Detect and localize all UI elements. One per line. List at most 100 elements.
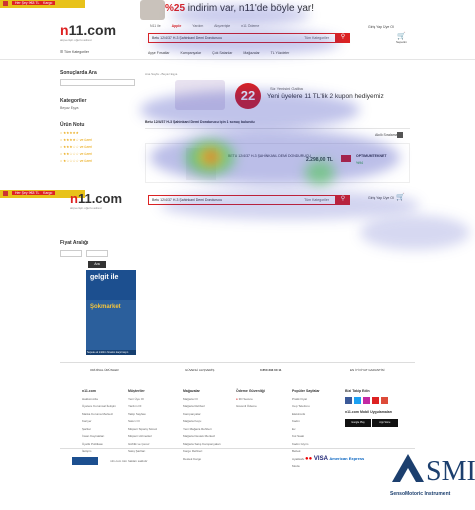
footer-col-payment: Ödeme Güvenliği ● 3D Secure Güvenli Ödem…	[236, 388, 265, 411]
feature-phone: 0 850 333 00 11	[260, 368, 282, 372]
footer-link[interactable]: Üyelik Politikası	[82, 441, 116, 449]
rating-option[interactable]: ○ ★★★★★	[60, 130, 135, 137]
footer-link[interactable]: Ev	[292, 426, 320, 434]
footer-link[interactable]: İnsan Kaynakları	[82, 433, 116, 441]
promo-tag-2: Kargo	[40, 1, 56, 5]
rating-option[interactable]: ○ ★★★☆☆ ve üzeri	[60, 144, 135, 151]
smi-logo-icon: SMI	[392, 454, 475, 487]
feature-original: ORİJİNAL ÜRÜNLER	[90, 368, 119, 372]
footer-link[interactable]: Kariyer	[82, 418, 116, 426]
footer-link[interactable]: Bebek	[292, 448, 320, 456]
footer-link[interactable]: Kol Saati	[292, 433, 320, 441]
promo-strip[interactable]: Her Şey 9€8 TL Kargo	[0, 0, 85, 8]
sidebar-title: Sonuçlarda Ara	[60, 70, 97, 76]
visa-logo: VISA	[313, 456, 328, 462]
site-logo[interactable]: n11.com alışverişin uğurlu adresi	[60, 22, 120, 42]
rating-option[interactable]: ○ ★★☆☆☆ ve üzeri	[60, 151, 135, 158]
promo-tag: Her Şey 9€8 TL	[12, 1, 43, 5]
heat-blob	[305, 160, 335, 185]
footer-link[interactable]: Müşteri Hizmetleri	[128, 433, 157, 441]
footer-link[interactable]: Elektronik	[292, 411, 320, 419]
divider	[60, 448, 415, 449]
categories-title: Kategoriler	[60, 98, 87, 104]
footer-link[interactable]: Mağaza Koçu	[183, 418, 221, 426]
facebook-icon[interactable]	[345, 396, 352, 404]
footer-link[interactable]: Yeni Mağaza Rehberi	[183, 426, 221, 434]
footer-link[interactable]: Müşteri Sipariş Süreci	[128, 426, 157, 434]
breadcrumb: Ana Sayfa › Beyaz Eşya	[145, 72, 178, 76]
divider	[0, 59, 475, 60]
grid-view-icon[interactable]	[397, 132, 403, 138]
footer-col-customers: Müşteriler Yeni Üye Ol Yardım Ol Takip S…	[128, 388, 157, 456]
footer-link[interactable]: Pratik Fiyat	[292, 396, 320, 404]
max-price-input[interactable]	[86, 250, 109, 257]
footer-link[interactable]: Yardım Ol	[128, 403, 157, 411]
min-price-input[interactable]	[60, 250, 82, 257]
footer-link[interactable]: Moda	[292, 463, 320, 471]
close-icon[interactable]	[3, 191, 8, 196]
footer-link[interactable]: Cep Telefonu	[292, 403, 320, 411]
footer-link[interactable]: Mağaza Ol	[183, 396, 221, 404]
footer-link[interactable]: ● 3D Secure	[236, 396, 265, 404]
svg-text:SMI: SMI	[426, 456, 475, 487]
cart-icon: 🛒	[397, 33, 406, 40]
footer-link[interactable]: Satış Şartları	[128, 448, 157, 456]
heat-blob	[170, 5, 310, 25]
category-item[interactable]: Beyaz Eşya	[60, 106, 135, 110]
login-link[interactable]: Giriş Yap Üye Ol	[368, 25, 394, 29]
heat-blob	[150, 30, 340, 55]
heat-blob	[360, 215, 470, 250]
site-logo-sticky[interactable]: n11.com alışverişin uğurlu adresi	[70, 191, 122, 210]
footer-link[interactable]: İletişim	[82, 448, 116, 456]
sort-select[interactable]: Akıllı Sıralama	[375, 133, 398, 137]
banner-photo	[140, 0, 165, 20]
footer-link[interactable]: Güvenli Ödeme	[236, 403, 265, 411]
footer-link[interactable]: Kargo Rehberi	[183, 448, 221, 456]
sidebar-search-input[interactable]	[60, 79, 135, 86]
footer-link[interactable]: Mağaza Rehberi	[183, 403, 221, 411]
footer-link[interactable]: Hakkımızda	[82, 396, 116, 404]
feature-secure: GÜVENLİ ALIŞVERİŞ	[185, 368, 215, 372]
mastercard-icon: ●●	[305, 456, 313, 462]
footer-link[interactable]: Destek Kargo	[183, 456, 221, 464]
google-play-button[interactable]: Google Play	[345, 418, 371, 427]
youtube-icon[interactable]	[372, 396, 379, 404]
categories-menu[interactable]: ☰ Tüm Kategoriler	[60, 50, 89, 54]
rating-option[interactable]: ○ ★☆☆☆☆ ve üzeri	[60, 158, 135, 165]
ad-banner-2[interactable]: Şokmarket Sepete ek indirim fırsatını ka…	[86, 300, 136, 355]
footer-link[interactable]: Mağaza Destek Merkezi	[183, 433, 221, 441]
top-link[interactable]: Apple	[172, 24, 182, 28]
footer-social: Bizi Takip Edin n11.com Mobil Uygulamala…	[345, 388, 398, 427]
footer-link[interactable]: Marka Koruma Merkezi	[82, 411, 116, 419]
heat-blob	[205, 152, 217, 162]
price-filter: Fiyat Aralığı Ara	[60, 240, 109, 268]
top-link[interactable]: N11 ile	[150, 24, 161, 28]
feature-price: EN İYİ FİYAT GARANTİSİ	[350, 368, 385, 372]
divider	[60, 362, 415, 363]
footer-link[interactable]: Satıcı Ol	[128, 418, 157, 426]
footer-link[interactable]: Kadın	[292, 418, 320, 426]
footer-link[interactable]: Yeni Üye Ol	[128, 396, 157, 404]
app-store-button[interactable]: App Store	[371, 418, 398, 427]
heat-blob	[160, 190, 420, 220]
footer-link[interactable]: Kampanyalar	[183, 411, 221, 419]
amex-logo: American Express	[329, 456, 365, 461]
top-link[interactable]: Yardım	[192, 24, 203, 28]
rating-option[interactable]: ○ ★★★★☆ ve üzeri	[60, 137, 135, 144]
footer-link[interactable]: Mağaza Satış Kampanyaları	[183, 441, 221, 449]
close-icon[interactable]	[3, 1, 8, 6]
search-icon: ⚲	[340, 34, 346, 40]
footer-link[interactable]: Üyelere Kurumsal İletişim	[82, 403, 116, 411]
footer-link[interactable]: Gizlilik ve Çerez	[128, 441, 157, 449]
instagram-icon[interactable]	[363, 396, 370, 404]
footer-link[interactable]: Şartlar	[82, 426, 116, 434]
footer-col-company: n11.com Hakkımızda Üyelere Kurumsal İlet…	[82, 388, 116, 456]
price-search-button[interactable]: Ara	[88, 261, 106, 268]
twitter-icon[interactable]	[354, 396, 361, 404]
copyright: n11.com tüm hakları saklıdır	[110, 459, 148, 463]
footer-link[interactable]: Kadın Giyim	[292, 441, 320, 449]
googleplus-icon[interactable]	[381, 396, 388, 404]
cart-button[interactable]: 🛒 Sepetim	[396, 33, 407, 44]
nav-item[interactable]: Ayşe Fırsatlar	[148, 51, 170, 55]
footer-link[interactable]: Takip Sayfası	[128, 411, 157, 419]
